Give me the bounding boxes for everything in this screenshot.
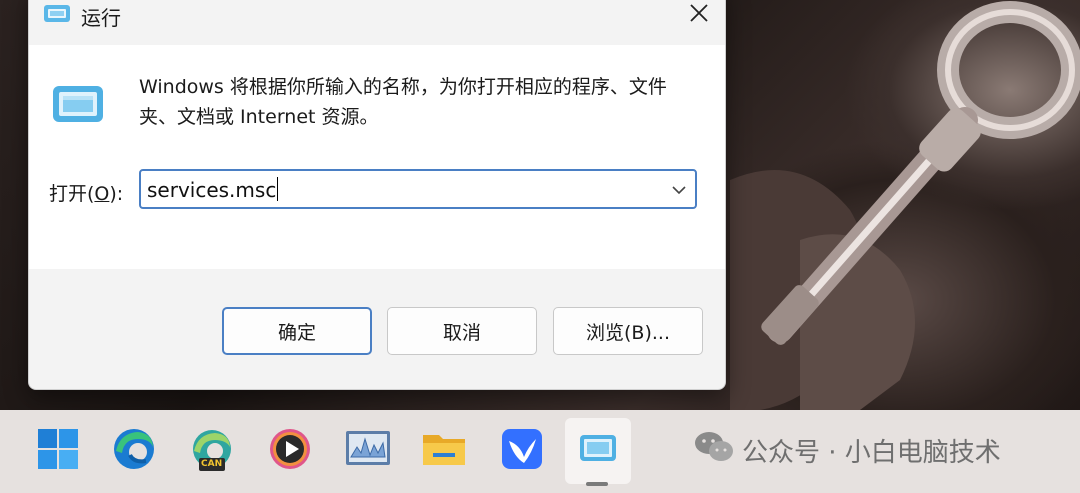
run-icon [578, 432, 618, 470]
performance-monitor-icon [345, 429, 391, 473]
taskbar-edge[interactable] [110, 427, 158, 475]
taskbar-edge-canary[interactable]: CAN [188, 427, 236, 475]
open-label-accesskey: O [94, 183, 110, 205]
taskbar-performance-monitor[interactable] [344, 427, 392, 475]
open-input[interactable]: services.msc [147, 177, 279, 202]
text-caret [277, 177, 279, 201]
ok-button[interactable]: 确定 [222, 307, 372, 355]
watermark-text: 公众号 · 小白电脑技术 [742, 437, 1001, 468]
cancel-button[interactable]: 取消 [387, 307, 537, 355]
start-icon [37, 428, 79, 474]
canary-badge: CAN [201, 459, 223, 469]
taskbar-run[interactable] [565, 418, 631, 484]
taskbar-feishu[interactable] [498, 427, 546, 475]
media-player-icon [268, 427, 312, 475]
chevron-down-icon[interactable] [669, 180, 689, 200]
open-combobox[interactable]: services.msc [139, 169, 697, 209]
dialog-content: Windows 将根据你所输入的名称，为你打开相应的程序、文件夹、文档或 Int… [29, 45, 725, 269]
open-input-value: services.msc [147, 178, 277, 202]
open-label-prefix: 打开( [49, 183, 95, 205]
close-icon [689, 3, 709, 27]
run-icon [43, 3, 71, 25]
taskbar: CAN 公众号 · 小白电脑技术 [0, 410, 1080, 493]
open-label-suffix: ): [109, 183, 124, 205]
feishu-icon [500, 427, 544, 475]
active-app-indicator [586, 482, 608, 486]
wechat-icon [694, 430, 734, 471]
close-button[interactable] [673, 0, 725, 35]
browse-button[interactable]: 浏览(B)... [553, 307, 703, 355]
taskbar-file-explorer[interactable] [420, 427, 468, 475]
open-label: 打开(O): [49, 179, 123, 206]
edge-canary-icon: CAN [189, 428, 235, 474]
dialog-titlebar[interactable]: 运行 [29, 0, 725, 45]
dialog-title: 运行 [81, 6, 121, 30]
taskbar-media-player[interactable] [266, 427, 314, 475]
dialog-description: Windows 将根据你所输入的名称，为你打开相应的程序、文件夹、文档或 Int… [139, 76, 667, 128]
run-program-icon [51, 82, 105, 128]
start-button[interactable] [34, 427, 82, 475]
edge-icon [112, 427, 156, 475]
file-explorer-icon [421, 429, 467, 473]
watermark: 公众号 · 小白电脑技术 [694, 430, 1001, 470]
run-dialog: 运行 Windows 将根据你所输入的名称，为你打开相应的程序、文件夹、文档或 … [28, 0, 726, 390]
